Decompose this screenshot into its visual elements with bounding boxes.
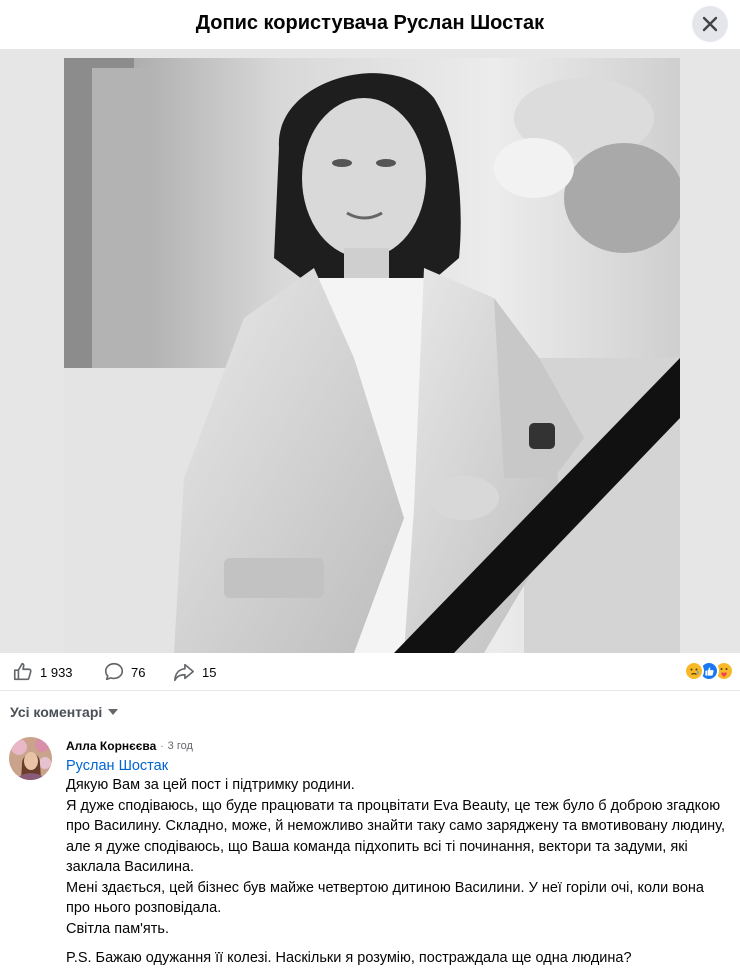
comment-meta: Алла Корнєєва · 3 год — [66, 737, 726, 755]
thumbs-up-icon — [13, 662, 32, 681]
portrait-image — [64, 58, 680, 653]
post-actions: 1 933 76 15 — [0, 656, 740, 690]
comment-count: 76 — [131, 664, 146, 680]
photo-viewer — [0, 50, 740, 653]
dialog-title: Допис користувача Руслан Шостак — [195, 12, 545, 34]
reaction-summary[interactable] — [684, 661, 734, 681]
caret-down-icon — [108, 709, 119, 715]
comment: Алла Корнєєва · 3 год Руслан Шостак Дяку… — [66, 737, 726, 969]
comment-bubble-icon — [104, 662, 124, 681]
comment-ps-text: P.S. Бажаю одужання її колезі. Наскільки… — [66, 950, 632, 966]
dialog-header: Допис користувача Руслан Шостак — [0, 0, 740, 50]
meta-separator: · — [160, 740, 164, 752]
comment-text: Дякую Вам за цей пост і підтримку родини… — [66, 777, 726, 937]
sad-reaction-icon — [684, 661, 704, 681]
close-icon — [702, 16, 718, 32]
actions-divider — [0, 690, 740, 691]
comment-timestamp[interactable]: 3 год — [168, 740, 193, 752]
post-photo[interactable] — [64, 58, 680, 653]
like-button[interactable]: 1 933 — [12, 661, 73, 683]
share-button[interactable]: 15 — [172, 661, 216, 683]
comment-author[interactable]: Алла Корнєєва — [66, 739, 156, 753]
close-button[interactable] — [692, 6, 728, 42]
comment-sort-dropdown[interactable]: Усі коментарі — [10, 704, 119, 720]
share-count: 15 — [202, 664, 217, 680]
comment-mention[interactable]: Руслан Шостак — [66, 757, 726, 775]
comment-sort-label: Усі коментарі — [10, 704, 103, 720]
comment-button[interactable]: 76 — [103, 661, 145, 683]
avatar[interactable] — [9, 737, 52, 780]
share-arrow-icon — [174, 663, 194, 682]
like-count: 1 933 — [40, 664, 73, 680]
